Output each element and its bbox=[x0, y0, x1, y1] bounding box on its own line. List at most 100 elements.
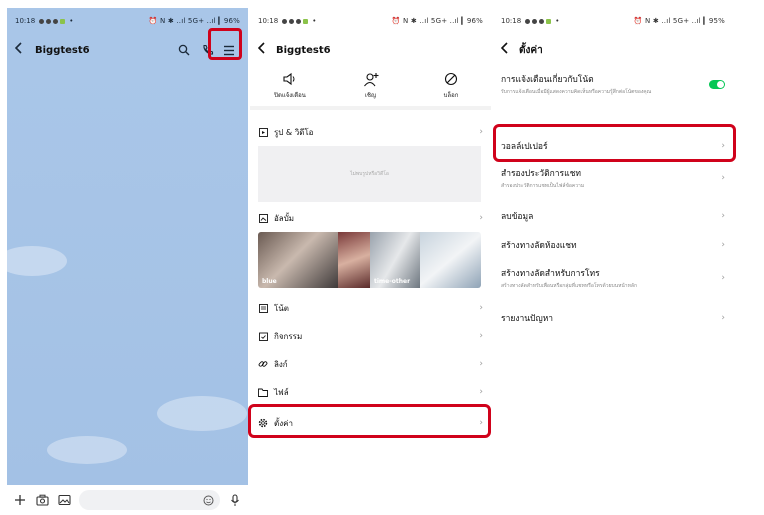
photo-icon bbox=[258, 127, 268, 137]
dot-icon: • bbox=[69, 17, 74, 25]
backup-chat-description: สำรองประวัติการแชทเป็นไฟล์ข้อความ bbox=[501, 183, 585, 189]
settings-item-chat-shortcut[interactable]: สร้างทางลัดห้องแชท › bbox=[493, 237, 733, 253]
album-thumb[interactable] bbox=[338, 232, 370, 288]
plus-icon[interactable] bbox=[13, 493, 27, 507]
search-icon[interactable] bbox=[174, 40, 194, 60]
block-button[interactable]: บล็อก bbox=[421, 70, 481, 100]
chevron-right-icon: › bbox=[479, 303, 483, 313]
settings-item-delete-data[interactable]: ลบข้อมูล › bbox=[493, 208, 733, 224]
album-icon bbox=[258, 213, 268, 223]
chevron-right-icon: › bbox=[721, 211, 725, 221]
notification-icons bbox=[525, 18, 552, 24]
chat-room-screen: 10:18 • ⏰ N ✱ ..ıl 5G+ ..ıl ▎96% Biggtes… bbox=[7, 8, 248, 515]
menu-item-albums[interactable]: อัลบั้ม › bbox=[250, 206, 491, 230]
status-indicators: ⏰ N ✱ ..ıl 5G+ ..ıl ▎96% bbox=[148, 17, 240, 25]
chat-settings-screen: 10:18 • ⏰ N ✱ ..ıl 5G+ ..ıl ▎95% ตั้งค่า… bbox=[493, 8, 733, 515]
note-icon bbox=[258, 303, 268, 313]
chat-shortcut-label: สร้างทางลัดห้องแชท bbox=[501, 241, 577, 251]
calendar-icon bbox=[258, 331, 268, 341]
camera-icon[interactable] bbox=[35, 493, 49, 507]
chevron-right-icon: › bbox=[479, 213, 483, 223]
back-arrow-icon[interactable] bbox=[14, 42, 29, 58]
menu-item-events[interactable]: กิจกรรม › bbox=[250, 324, 491, 348]
menu-item-notes[interactable]: โน้ต › bbox=[250, 296, 491, 320]
status-bar: 10:18 • ⏰ N ✱ ..ıl 5G+ ..ıl ▎95% bbox=[493, 8, 733, 34]
block-label: บล็อก bbox=[443, 92, 459, 99]
links-label: ลิงก์ bbox=[274, 359, 288, 369]
menu-item-photos[interactable]: รูป & วิดีโอ › bbox=[250, 120, 491, 144]
quick-actions: ปิดแจ้งเตือน เชิญ บล็อก bbox=[250, 66, 491, 110]
note-notification-label: การแจ้งเตือนเกี่ยวกับโน้ต bbox=[501, 75, 594, 85]
call-shortcut-description: สร้างทางลัดสำหรับเพื่อนหรือกลุ่มที่แชทหร… bbox=[501, 283, 637, 289]
chevron-right-icon: › bbox=[479, 331, 483, 341]
album-thumb-time-other[interactable]: time-other bbox=[370, 232, 420, 288]
notes-label: โน้ต bbox=[274, 303, 289, 313]
status-time: 10:18 bbox=[15, 17, 36, 25]
settings-title: ตั้งค่า bbox=[519, 44, 543, 56]
album-thumb-blue[interactable]: blue bbox=[258, 232, 338, 288]
invite-label: เชิญ bbox=[364, 92, 377, 99]
chevron-right-icon: › bbox=[479, 127, 483, 137]
chat-menu-screen: 10:18 • ⏰ N ✱ ..ıl 5G+ ..ıl ▎96% Biggtes… bbox=[250, 8, 491, 515]
backup-chat-label: สำรองประวัติการแชท bbox=[501, 169, 581, 179]
invite-button[interactable]: เชิญ bbox=[341, 70, 401, 100]
note-notification-description: รับการแจ้งเตือนเมื่อมีผู้แสดงความคิดเห็น… bbox=[501, 89, 652, 95]
status-indicators: ⏰ N ✱ ..ıl 5G+ ..ıl ▎96% bbox=[391, 17, 483, 25]
note-notification-toggle[interactable] bbox=[709, 79, 725, 89]
menu-item-links[interactable]: ลิงก์ › bbox=[250, 352, 491, 376]
screenshot-stage: 10:18 • ⏰ N ✱ ..ıl 5G+ ..ıl ▎96% Biggtes… bbox=[0, 0, 764, 515]
microphone-icon[interactable] bbox=[228, 493, 242, 507]
menu-title: Biggtest6 bbox=[276, 44, 331, 56]
chevron-right-icon: › bbox=[721, 273, 725, 283]
photos-label: รูป & วิดีโอ bbox=[274, 127, 314, 137]
call-shortcut-label: สร้างทางลัดสำหรับการโทร bbox=[501, 269, 600, 279]
mute-button[interactable]: ปิดแจ้งเตือน bbox=[260, 70, 320, 100]
album-name: blue bbox=[262, 278, 277, 285]
chevron-right-icon: › bbox=[721, 313, 725, 323]
speaker-mute-icon bbox=[282, 70, 298, 88]
menu-item-files[interactable]: ไฟล์ › bbox=[250, 380, 491, 404]
settings-item-backup-chat[interactable]: สำรองประวัติการแชท สำรองประวัติการแชทเป็… bbox=[493, 166, 733, 190]
wallpaper-highlight-box bbox=[493, 124, 736, 162]
add-user-icon bbox=[363, 70, 379, 88]
report-problem-label: รายงานปัญหา bbox=[501, 314, 554, 324]
image-icon[interactable] bbox=[57, 493, 71, 507]
cloud-decoration bbox=[7, 246, 67, 276]
events-label: กิจกรรม bbox=[274, 331, 303, 341]
chat-title: Biggtest6 bbox=[35, 44, 90, 56]
cloud-decoration bbox=[47, 436, 127, 464]
notification-icons bbox=[39, 18, 66, 24]
chevron-right-icon: › bbox=[479, 387, 483, 397]
photos-empty-state: ไม่พบรูปหรือวิดีโอ bbox=[258, 146, 481, 202]
back-arrow-icon[interactable] bbox=[257, 42, 272, 58]
mute-label: ปิดแจ้งเตือน bbox=[274, 92, 306, 99]
chat-background bbox=[7, 66, 248, 486]
status-time: 10:18 bbox=[258, 17, 279, 25]
status-time: 10:18 bbox=[501, 17, 522, 25]
album-thumb[interactable] bbox=[420, 232, 481, 288]
album-name: time-other bbox=[374, 278, 411, 285]
settings-highlight-box bbox=[248, 404, 491, 438]
dot-icon: • bbox=[312, 17, 317, 25]
emoji-icon[interactable] bbox=[203, 491, 214, 510]
message-input[interactable] bbox=[79, 490, 220, 510]
folder-icon bbox=[258, 387, 268, 397]
albums-label: อัลบั้ม bbox=[274, 213, 295, 223]
settings-item-report-problem[interactable]: รายงานปัญหา › bbox=[493, 310, 733, 326]
photos-empty-text: ไม่พบรูปหรือวิดีโอ bbox=[350, 171, 389, 177]
notification-icons bbox=[282, 18, 309, 24]
album-thumbnails: blue time-other bbox=[258, 232, 481, 288]
message-input-bar bbox=[7, 485, 248, 515]
status-bar: 10:18 • ⏰ N ✱ ..ıl 5G+ ..ıl ▎96% bbox=[250, 8, 491, 34]
settings-item-call-shortcut[interactable]: สร้างทางลัดสำหรับการโทร สร้างทางลัดสำหรั… bbox=[493, 266, 733, 290]
back-arrow-icon[interactable] bbox=[500, 42, 515, 58]
settings-header: ตั้งค่า bbox=[493, 34, 733, 66]
chevron-right-icon: › bbox=[479, 359, 483, 369]
note-notification-setting: การแจ้งเตือนเกี่ยวกับโน้ต รับการแจ้งเตือ… bbox=[493, 72, 733, 96]
dot-icon: • bbox=[555, 17, 560, 25]
chevron-right-icon: › bbox=[721, 173, 725, 183]
cloud-decoration bbox=[157, 396, 247, 431]
menu-header: Biggtest6 bbox=[250, 34, 491, 66]
link-icon bbox=[258, 359, 268, 369]
menu-highlight-box bbox=[208, 28, 242, 60]
